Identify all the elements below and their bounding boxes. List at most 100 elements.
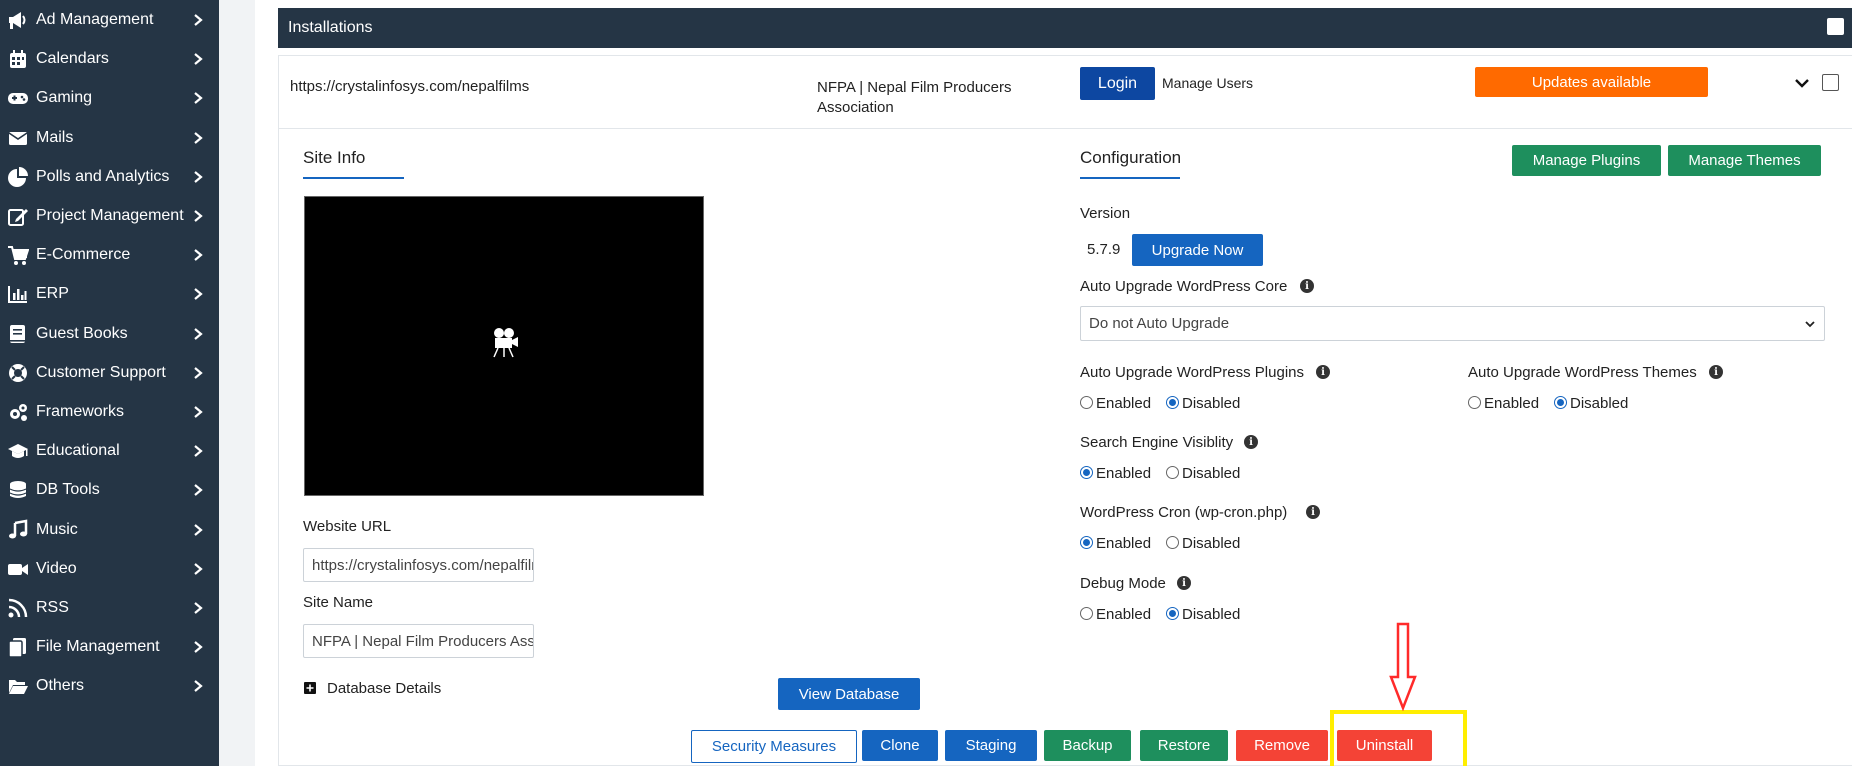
auto-plugins-disabled-label: Disabled: [1182, 395, 1241, 412]
clone-button[interactable]: Clone: [862, 730, 938, 761]
auto-themes-enabled-radio[interactable]: [1468, 396, 1481, 409]
megaphone-icon: [7, 9, 29, 31]
info-icon[interactable]: i: [1177, 576, 1191, 590]
sidebar-item-music[interactable]: Music: [0, 512, 219, 548]
auto-themes-enabled-label: Enabled: [1484, 395, 1540, 412]
database-icon: [7, 479, 29, 501]
arrow-down-annotation-icon: [1389, 621, 1417, 716]
debug-mode-label: Debug Mode: [1080, 575, 1166, 592]
cart-icon: [7, 244, 29, 266]
info-icon[interactable]: i: [1244, 435, 1258, 449]
sidebar-item-gaming[interactable]: Gaming: [0, 80, 219, 116]
video-icon: [7, 558, 29, 580]
manage-plugins-button[interactable]: Manage Plugins: [1512, 145, 1661, 176]
select-all-checkbox[interactable]: [1827, 18, 1844, 35]
auto-plugins-enabled-radio[interactable]: [1080, 396, 1093, 409]
site-screenshot-preview: [304, 196, 704, 496]
upgrade-now-button[interactable]: Upgrade Now: [1132, 234, 1263, 266]
sidebar-item-calendars[interactable]: Calendars: [0, 41, 219, 77]
chevron-right-icon: [191, 483, 205, 502]
sidebar-item-label: Ad Management: [36, 11, 154, 28]
chevron-right-icon: [191, 562, 205, 581]
sidebar: Ad Management Calendars Gaming Mails Polls a…: [0, 0, 219, 766]
bar-chart-icon: [7, 283, 29, 305]
chevron-down-icon[interactable]: [1793, 74, 1811, 97]
sidebar-item-customer-support[interactable]: Customer Support: [0, 355, 219, 391]
sidebar-item-db-tools[interactable]: DB Tools: [0, 472, 219, 508]
chevron-right-icon: [191, 248, 205, 267]
sidebar-item-label: Frameworks: [36, 403, 125, 420]
backup-button[interactable]: Backup: [1044, 730, 1131, 761]
info-icon[interactable]: i: [1300, 279, 1314, 293]
sidebar-item-polls-and-analytics[interactable]: Polls and Analytics: [0, 159, 219, 195]
configuration-tab-underline: [1080, 177, 1180, 179]
sidebar-item-label: Mails: [36, 128, 74, 146]
sidebar-item-label: DB Tools: [36, 481, 100, 499]
search-engine-disabled-radio[interactable]: [1166, 466, 1179, 479]
debug-mode-disabled-label: Disabled: [1182, 606, 1241, 623]
uninstall-highlight-box: [1330, 710, 1467, 766]
restore-button[interactable]: Restore: [1140, 730, 1228, 761]
sidebar-item-video[interactable]: Video: [0, 551, 219, 587]
chevron-right-icon: [191, 327, 205, 346]
debug-mode-disabled-radio[interactable]: [1166, 607, 1179, 620]
info-icon[interactable]: i: [1306, 505, 1320, 519]
chevron-right-icon: [191, 287, 205, 306]
search-engine-enabled-radio[interactable]: [1080, 466, 1093, 479]
sidebar-item-mails[interactable]: Mails: [0, 120, 219, 156]
installation-checkbox[interactable]: [1822, 74, 1839, 91]
updates-available-button[interactable]: Updates available: [1475, 67, 1708, 97]
auto-core-label: Auto Upgrade WordPress Core: [1080, 278, 1288, 295]
sidebar-item-label: File Management: [36, 638, 160, 656]
sidebar-item-ad-management[interactable]: Ad Management: [0, 2, 219, 38]
auto-plugins-disabled-radio[interactable]: [1166, 396, 1179, 409]
remove-button[interactable]: Remove: [1236, 730, 1328, 761]
website-url-input[interactable]: https://crystalinfosys.com/nepalfilms: [303, 548, 534, 582]
sidebar-item-file-management[interactable]: File Management: [0, 629, 219, 665]
info-icon[interactable]: i: [1709, 365, 1723, 379]
wp-cron-enabled-label: Enabled: [1096, 535, 1152, 552]
sidebar-item-frameworks[interactable]: Frameworks: [0, 394, 219, 430]
chevron-right-icon: [191, 13, 205, 32]
sidebar-item-guest-books[interactable]: Guest Books: [0, 316, 219, 352]
manage-users-link[interactable]: Manage Users: [1162, 75, 1253, 91]
wp-cron-enabled-radio[interactable]: [1080, 536, 1093, 549]
wp-cron-disabled-radio[interactable]: [1166, 536, 1179, 549]
security-measures-button[interactable]: Security Measures: [691, 730, 857, 763]
auto-themes-disabled-radio[interactable]: [1554, 396, 1567, 409]
version-value: 5.7.9: [1087, 241, 1121, 258]
sidebar-item-erp[interactable]: ERP: [0, 276, 219, 312]
sidebar-item-rss[interactable]: RSS: [0, 590, 219, 626]
search-engine-enabled-label: Enabled: [1096, 465, 1152, 482]
debug-mode-enabled-radio[interactable]: [1080, 607, 1093, 620]
life-ring-icon: [7, 362, 29, 384]
sidebar-item-others[interactable]: Others: [0, 668, 219, 704]
folder-open-icon: [7, 675, 29, 697]
sidebar-item-educational[interactable]: Educational: [0, 433, 219, 469]
sidebar-item-label: Calendars: [36, 50, 109, 68]
content-gutter: [219, 0, 255, 766]
site-name-input[interactable]: NFPA | Nepal Film Producers Association: [303, 624, 534, 658]
chevron-right-icon: [191, 209, 205, 228]
sidebar-item-label: Polls and Analytics: [36, 167, 170, 185]
view-database-button[interactable]: View Database: [778, 678, 920, 710]
auto-plugins-label: Auto Upgrade WordPress Plugins: [1080, 364, 1305, 381]
manage-themes-button[interactable]: Manage Themes: [1668, 145, 1821, 176]
installation-url[interactable]: https://crystalinfosys.com/nepalfilms: [290, 78, 529, 95]
sidebar-item-e-commerce[interactable]: E-Commerce: [0, 237, 219, 273]
search-engine-disabled-label: Disabled: [1182, 465, 1241, 482]
plus-square-icon[interactable]: [304, 682, 316, 694]
tab-configuration[interactable]: Configuration: [1080, 148, 1181, 168]
chevron-right-icon: [191, 405, 205, 424]
login-button[interactable]: Login: [1080, 67, 1155, 100]
sidebar-item-label: Gaming: [36, 89, 93, 107]
select-chevron-down-icon: [1804, 317, 1816, 334]
sidebar-item-project-management[interactable]: Project Management: [0, 198, 219, 234]
info-icon[interactable]: i: [1316, 365, 1330, 379]
chevron-right-icon: [191, 131, 205, 150]
database-details-toggle[interactable]: Database Details: [327, 680, 441, 697]
staging-button[interactable]: Staging: [945, 730, 1037, 761]
auto-core-select[interactable]: Do not Auto Upgrade: [1080, 306, 1825, 341]
installation-site-name-line2: Association: [817, 99, 894, 116]
tab-site-info[interactable]: Site Info: [303, 148, 365, 168]
